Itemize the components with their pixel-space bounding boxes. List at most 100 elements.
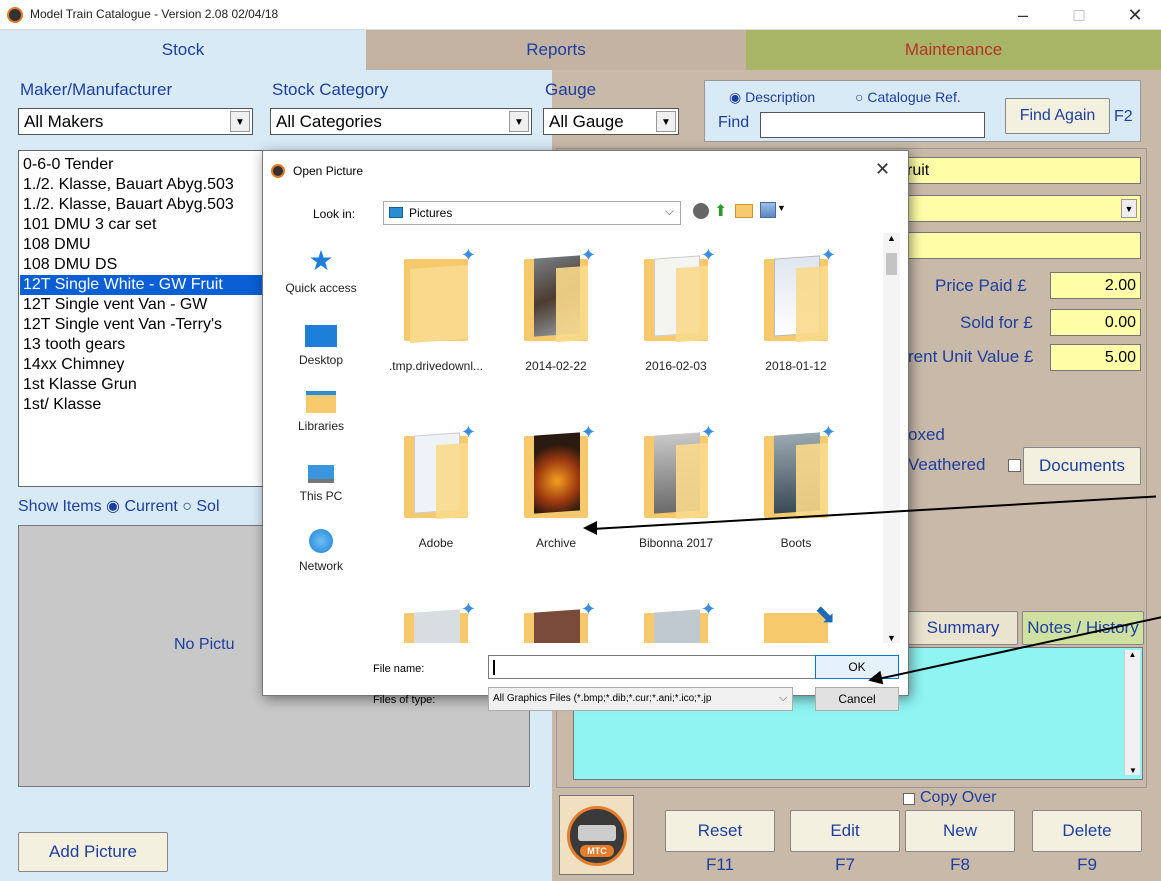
folder-item[interactable]: ✦ 2018-01-12: [736, 245, 856, 373]
chevron-down-icon[interactable]: ▼: [230, 111, 250, 132]
price-paid-field[interactable]: 2.00: [1050, 272, 1141, 299]
sold-radio[interactable]: ○ Sol: [182, 498, 219, 515]
folder-item[interactable]: ✦: [616, 599, 736, 643]
scroll-down-icon[interactable]: ▼: [883, 633, 900, 643]
close-button[interactable]: ✕: [1112, 2, 1158, 28]
look-in-select[interactable]: Pictures ⌵: [383, 201, 681, 225]
sold-label: Sol: [196, 498, 220, 515]
folder-icon: ⬊: [764, 599, 836, 643]
list-item[interactable]: 1./2. Klasse, Bauart Abyg.503: [23, 195, 234, 215]
app-icon: [7, 7, 23, 23]
list-item[interactable]: 1st Klasse Grun: [23, 375, 137, 395]
maker-select[interactable]: All Makers ▼: [18, 108, 253, 135]
chevron-down-icon[interactable]: ▼: [509, 111, 529, 132]
delete-button[interactable]: Delete: [1032, 810, 1142, 852]
list-item[interactable]: 13 tooth gears: [23, 335, 125, 355]
nav-network[interactable]: Network: [266, 529, 376, 573]
edit-button[interactable]: Edit: [790, 810, 900, 852]
folder-item[interactable]: ✦ .tmp.drivedownl...: [376, 245, 496, 373]
list-item[interactable]: 108 DMU: [23, 235, 91, 255]
find-again-button[interactable]: Find Again: [1005, 98, 1110, 134]
minimize-button[interactable]: –: [1000, 2, 1046, 28]
sync-icon: ✦: [700, 599, 716, 619]
list-item-selected[interactable]: 12T Single White - GW Fruit: [20, 275, 275, 295]
nav-libraries[interactable]: Libraries: [266, 391, 376, 433]
tab-reports[interactable]: Reports: [366, 30, 746, 70]
folder-view[interactable]: ✦ .tmp.drivedownl... ✦ 2014-02-22 ✦ 2016…: [376, 233, 901, 643]
folder-item[interactable]: ✦ 2014-02-22: [496, 245, 616, 373]
summary-tab[interactable]: Summary: [908, 611, 1018, 645]
list-item[interactable]: 0-6-0 Tender: [23, 155, 113, 175]
documents-button[interactable]: Documents: [1023, 447, 1141, 485]
reset-button[interactable]: Reset: [665, 810, 775, 852]
find-input[interactable]: [760, 112, 985, 138]
new-button[interactable]: New: [905, 810, 1015, 852]
folder-name: 2014-02-22: [525, 359, 587, 373]
tab-maintenance[interactable]: Maintenance: [746, 30, 1161, 70]
list-item[interactable]: 1./2. Klasse, Bauart Abyg.503: [23, 175, 234, 195]
reset-key: F11: [705, 855, 735, 874]
back-icon[interactable]: [693, 203, 709, 219]
sold-for-field[interactable]: 0.00: [1050, 309, 1141, 336]
folder-item[interactable]: ✦ Archive: [496, 422, 616, 550]
chevron-down-icon[interactable]: ▼: [777, 203, 786, 213]
chevron-down-icon[interactable]: ▼: [1121, 199, 1137, 218]
cancel-button[interactable]: Cancel: [815, 687, 899, 711]
scroll-up-icon[interactable]: ▲: [1125, 650, 1140, 659]
chevron-down-icon[interactable]: ⌵: [665, 204, 674, 219]
current-radio[interactable]: ◉ Current: [106, 498, 178, 515]
catalogue-ref-radio[interactable]: ○ Catalogue Ref.: [855, 89, 961, 105]
gauge-select[interactable]: All Gauge ▼: [543, 108, 679, 135]
star-icon: ★: [308, 245, 334, 276]
unit-value-field[interactable]: 5.00: [1050, 344, 1141, 371]
list-item[interactable]: 101 DMU 3 car set: [23, 215, 156, 235]
copy-over-checkbox[interactable]: [903, 793, 915, 805]
description-radio[interactable]: ◉ Description: [729, 89, 815, 106]
folder-item[interactable]: ✦ 2016-02-03: [616, 245, 736, 373]
list-item[interactable]: 12T Single vent Van - GW: [23, 295, 207, 315]
title-bar: Model Train Catalogue - Version 2.08 02/…: [0, 0, 1161, 30]
list-item[interactable]: 108 DMU DS: [23, 255, 117, 275]
new-folder-icon[interactable]: [735, 204, 753, 218]
nav-this-pc[interactable]: This PC: [266, 465, 376, 503]
list-item[interactable]: 14xx Chimney: [23, 355, 124, 375]
weathered-label: Veathered: [908, 455, 986, 474]
folder-item[interactable]: ✦ Bibonna 2017: [616, 422, 736, 550]
up-folder-icon[interactable]: ⬆: [714, 201, 727, 221]
nav-desktop[interactable]: Desktop: [266, 325, 376, 367]
maker-field[interactable]: [900, 232, 1141, 259]
folder-item[interactable]: ⬊: [736, 599, 856, 643]
network-icon: [309, 529, 333, 553]
maximize-button[interactable]: □: [1056, 2, 1102, 28]
folder-item[interactable]: ✦: [496, 599, 616, 643]
folder-item[interactable]: ✦ Adobe: [376, 422, 496, 550]
weathered-checkbox[interactable]: [1008, 459, 1021, 472]
list-item[interactable]: 1st/ Klasse: [23, 395, 101, 415]
tab-stock[interactable]: Stock: [0, 30, 366, 70]
chevron-down-icon[interactable]: ▼: [656, 111, 676, 132]
places-bar: ★ Quick access Desktop Libraries This PC…: [266, 233, 376, 653]
add-picture-button[interactable]: Add Picture: [18, 832, 168, 872]
name-field[interactable]: ruit: [900, 157, 1141, 184]
close-icon[interactable]: ✕: [875, 159, 890, 180]
scroll-up-icon[interactable]: ▲: [883, 233, 900, 243]
folder-item[interactable]: ✦ Boots: [736, 422, 856, 550]
train-shape: [578, 825, 616, 841]
scrollbar[interactable]: ▲ ▼: [883, 233, 900, 643]
scroll-down-icon[interactable]: ▼: [1125, 766, 1141, 775]
view-menu-icon[interactable]: [760, 202, 776, 218]
description-label: Description: [745, 89, 816, 105]
notes-history-tab[interactable]: Notes / History: [1022, 611, 1144, 645]
sync-icon: ✦: [460, 422, 476, 442]
folder-item[interactable]: ✦: [376, 599, 496, 643]
computer-icon: [308, 465, 334, 483]
file-name-input[interactable]: ⌵: [488, 655, 833, 679]
category-select[interactable]: All Categories ▼: [270, 108, 532, 135]
nav-quick-access[interactable]: ★ Quick access: [266, 245, 376, 296]
chevron-down-icon[interactable]: ⌵: [779, 692, 787, 705]
files-of-type-select[interactable]: All Graphics Files (*.bmp;*.dib;*.cur;*.…: [488, 687, 793, 711]
category-field[interactable]: ▼: [900, 195, 1141, 222]
scrollbar[interactable]: ▲ ▼: [1124, 650, 1140, 775]
list-item[interactable]: 12T Single vent Van -Terry's: [23, 315, 222, 335]
scroll-thumb[interactable]: [886, 253, 897, 275]
